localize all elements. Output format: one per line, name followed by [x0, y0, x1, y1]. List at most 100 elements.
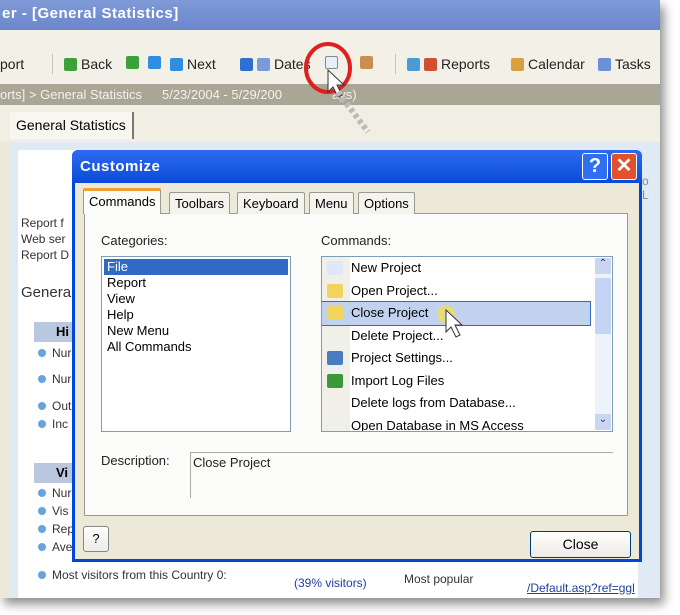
command-item[interactable]: Delete logs from Database...	[322, 392, 612, 415]
close-folder-icon	[327, 306, 343, 321]
commands-label: Commands:	[321, 233, 392, 248]
categories-label: Categories:	[101, 233, 168, 248]
bullet-icon	[38, 349, 46, 357]
command-label: Import Log Files	[351, 372, 445, 388]
categories-list[interactable]: File Report View Help New Menu All Comma…	[101, 256, 291, 432]
help-title-button[interactable]: ?	[582, 153, 608, 180]
row-label: Ave	[52, 540, 73, 554]
reports-button[interactable]: Reports	[407, 56, 490, 72]
bullet-icon	[38, 571, 46, 579]
row-label: Nur	[52, 486, 72, 500]
back-button[interactable]: Back	[64, 56, 112, 72]
visitors-percent: (39% visitors)	[294, 576, 367, 590]
row-label: Rep	[52, 522, 75, 536]
refresh-icon	[240, 57, 253, 71]
tab-menu[interactable]: Menu	[309, 192, 354, 214]
label: Tasks	[615, 56, 651, 72]
section-title: General	[21, 284, 75, 301]
description-label: Description:	[101, 453, 170, 468]
report-line: Report D	[21, 248, 70, 262]
tab-keyboard[interactable]: Keyboard	[237, 192, 305, 214]
up-button[interactable]	[148, 56, 161, 69]
label: Next	[187, 56, 216, 72]
close-title-button[interactable]: ✕	[611, 153, 637, 180]
project-settings-icon	[327, 351, 343, 366]
tab-toolbars[interactable]: Toolbars	[169, 192, 231, 214]
row-label: Nur	[52, 346, 72, 360]
command-label: Delete logs from Database...	[351, 395, 516, 411]
command-label: Project Settings...	[351, 350, 453, 366]
export-button[interactable]: port	[0, 56, 24, 72]
category-item[interactable]: Help	[104, 307, 288, 323]
category-item[interactable]: Report	[104, 275, 288, 291]
referrer-link[interactable]: /Default.asp?ref=ggl	[527, 581, 635, 595]
up-arrow-icon	[148, 56, 161, 69]
command-item[interactable]: Project Settings...	[322, 347, 612, 370]
help-icon: ?	[92, 531, 100, 546]
command-label: Delete Project...	[351, 327, 444, 343]
tab-general-statistics[interactable]: General Statistics	[10, 112, 134, 139]
command-label: Open Database in MS Access	[351, 417, 524, 432]
click-indicator	[437, 305, 464, 338]
row-label: Vis	[52, 504, 69, 518]
separator	[52, 54, 53, 74]
description-box: Close Project	[190, 452, 613, 498]
scrollbar-thumb[interactable]	[595, 278, 611, 334]
command-item[interactable]: New Project	[322, 257, 612, 280]
dates-icon	[257, 57, 270, 71]
bullet-icon	[38, 507, 46, 515]
scrollbar[interactable]: ⌃ ⌄	[595, 258, 611, 430]
annotation-overlay	[304, 42, 371, 134]
category-item[interactable]: All Commands	[104, 339, 288, 355]
import-icon	[327, 373, 343, 388]
command-item[interactable]: Import Log Files	[322, 370, 612, 393]
blank-icon	[327, 396, 343, 410]
tab-commands[interactable]: Commands	[83, 188, 162, 214]
row-label: Nur	[52, 372, 72, 386]
customize-dialog: Customize ? ✕ Commands Toolbars Keyboard…	[72, 150, 642, 562]
close-button[interactable]: Close	[530, 531, 631, 558]
label: Back	[81, 56, 113, 72]
tasks-button[interactable]: Tasks	[598, 56, 651, 72]
category-item[interactable]: File	[104, 259, 288, 275]
bullet-icon	[38, 375, 46, 383]
cursor-trail	[335, 90, 371, 134]
popular-label: Most popular	[404, 572, 474, 586]
command-item[interactable]: Open Project...	[322, 280, 612, 303]
close-icon: ✕	[615, 155, 633, 177]
report-line: Report f	[21, 216, 64, 230]
dialog-title: Customize	[72, 150, 642, 183]
report-line: Web ser	[21, 232, 66, 246]
breadcrumb-path[interactable]: orts] > General Statistics	[0, 87, 142, 102]
help-button[interactable]: ?	[83, 526, 109, 552]
separator	[395, 54, 396, 74]
grid-icon	[407, 57, 420, 71]
dialog-body: Commands Toolbars Keyboard Menu Options …	[75, 183, 639, 559]
back-arrow-icon	[64, 57, 77, 71]
label: Calendar	[528, 56, 585, 72]
bullet-icon	[38, 402, 46, 410]
tab-options[interactable]: Options	[358, 192, 415, 214]
open-folder-icon	[327, 283, 343, 298]
new-document-icon	[327, 261, 343, 276]
reports-icon	[424, 57, 437, 71]
command-label: New Project	[351, 260, 422, 276]
date-range: 5/23/2004 - 5/29/200	[161, 87, 282, 102]
command-item[interactable]: Open Database in MS Access	[322, 415, 612, 432]
next-button[interactable]: Next	[170, 56, 216, 72]
label: port	[0, 56, 25, 72]
bullet-icon	[38, 489, 46, 497]
scroll-up-icon[interactable]: ⌃	[595, 258, 611, 274]
blank-icon	[327, 329, 343, 343]
blank-icon	[327, 419, 343, 431]
window-title: er - [General Statistics]	[0, 0, 660, 30]
calendar-button[interactable]: Calendar	[511, 56, 585, 72]
category-item[interactable]: New Menu	[104, 323, 288, 339]
label: Reports	[441, 56, 491, 72]
row-label: Inc	[52, 417, 69, 431]
category-item[interactable]: View	[104, 291, 288, 307]
scroll-down-icon[interactable]: ⌄	[595, 414, 611, 430]
forward-button[interactable]	[126, 56, 139, 69]
row-label: Out	[52, 399, 72, 413]
forward-arrow-icon	[126, 56, 139, 69]
